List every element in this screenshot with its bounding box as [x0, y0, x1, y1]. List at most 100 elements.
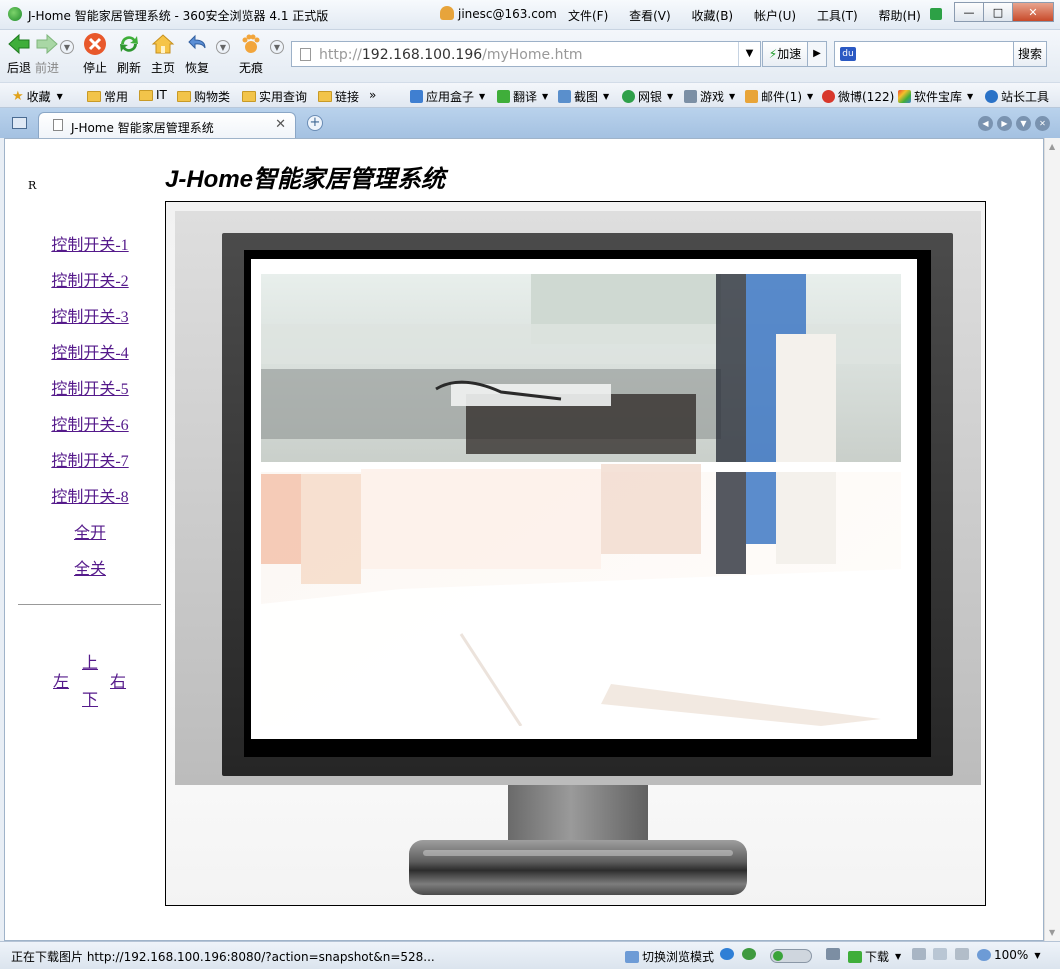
search-engine-icon[interactable]: du — [840, 47, 856, 61]
restore-dropdown-icon[interactable]: ▼ — [216, 40, 230, 54]
history-dropdown-icon[interactable]: ▼ — [60, 40, 74, 54]
refresh-button[interactable]: 刷新 — [116, 32, 142, 76]
software-store-button[interactable]: 软件宝库 ▼ — [898, 88, 973, 105]
control-switch-4-link[interactable]: 控制开关-4 — [19, 339, 161, 375]
favorite-folder-4[interactable]: 实用查询 — [242, 88, 307, 105]
tab-scroll-left-icon[interactable]: ◀ — [978, 116, 993, 131]
control-switch-2-link[interactable]: 控制开关-2 — [19, 267, 161, 303]
vertical-scrollbar[interactable]: ▲ ▼ — [1044, 138, 1060, 941]
camera-down-link[interactable]: 下 — [82, 686, 98, 710]
restore-button[interactable]: 恢复 — [184, 32, 210, 76]
netbank-button[interactable]: 网银 ▼ — [622, 88, 673, 105]
tab-scroll-right-icon[interactable]: ▶ — [997, 116, 1012, 131]
screenshot-button[interactable]: 截图 ▼ — [558, 88, 609, 105]
address-dropdown-icon[interactable]: ▼ — [738, 42, 760, 66]
sidebar-toggle-icon[interactable] — [12, 117, 27, 129]
all-off-link[interactable]: 全关 — [19, 555, 161, 591]
favorite-folder-3[interactable]: 购物类 — [177, 88, 230, 105]
network-icon[interactable] — [826, 948, 843, 960]
mode-toggle[interactable] — [770, 949, 812, 963]
camera-up-link[interactable]: 上 — [82, 649, 98, 673]
forward-button[interactable]: 前进 — [34, 32, 60, 76]
status-bar: 正在下载图片 http://192.168.100.196:8080/?acti… — [0, 941, 1060, 969]
back-arrow-icon — [6, 32, 32, 56]
mail-button[interactable]: 邮件(1) ▼ — [745, 88, 813, 105]
address-url[interactable]: http://192.168.100.196/myHome.htm — [319, 47, 583, 63]
monitor-bezel — [222, 233, 953, 776]
user-icon — [440, 6, 454, 20]
restore-label: 恢复 — [184, 61, 209, 75]
forward-arrow-icon — [34, 32, 60, 56]
all-on-link[interactable]: 全开 — [19, 519, 161, 555]
close-tab-icon[interactable]: ✕ — [275, 117, 286, 132]
control-switch-6-link[interactable]: 控制开关-6 — [19, 411, 161, 447]
clipboard-icon[interactable] — [912, 948, 929, 960]
ie-mode-icon[interactable] — [720, 948, 737, 960]
maximize-button[interactable]: □ — [983, 2, 1013, 22]
new-tab-icon[interactable]: + — [307, 115, 323, 131]
translate-button[interactable]: 翻译 ▼ — [497, 88, 548, 105]
camera-left-link[interactable]: 左 — [53, 668, 69, 692]
favorite-folder-5[interactable]: 链接 — [318, 88, 359, 105]
control-switch-7-link[interactable]: 控制开关-7 — [19, 447, 161, 483]
gamepad-icon — [684, 90, 697, 103]
menu-favorites[interactable]: 收藏(B) — [692, 9, 734, 23]
account-user[interactable]: jinesc@163.com — [440, 6, 557, 21]
favorites-menu[interactable]: ★ 收藏 ▼ — [12, 88, 63, 105]
speed-button[interactable]: ⚡加速 — [762, 41, 808, 67]
lightning-icon: ⚡ — [768, 47, 778, 61]
favorite-folder-2[interactable]: IT — [139, 88, 167, 102]
translate-icon — [497, 90, 510, 103]
refresh-icon — [116, 32, 142, 56]
scroll-up-icon[interactable]: ▲ — [1049, 142, 1055, 151]
go-button[interactable]: ▶ — [807, 41, 827, 67]
download-button[interactable]: 下载 ▼ — [848, 948, 901, 965]
search-button[interactable]: 搜索 — [1013, 41, 1047, 67]
speaker-icon[interactable] — [955, 948, 972, 960]
minimize-button[interactable]: — — [954, 2, 984, 22]
window-icon[interactable] — [933, 948, 950, 960]
page-icon — [300, 48, 311, 61]
games-button[interactable]: 游戏 ▼ — [684, 88, 735, 105]
back-button[interactable]: 后退 — [6, 32, 32, 76]
monitor-screen — [251, 259, 917, 739]
favorites-overflow[interactable]: » — [369, 88, 376, 102]
webmaster-tools-button[interactable]: 站长工具 — [985, 88, 1049, 105]
scroll-down-icon[interactable]: ▼ — [1049, 928, 1055, 937]
stop-button[interactable]: 停止 — [82, 32, 108, 76]
menu-account[interactable]: 帐户(U) — [754, 9, 796, 23]
weibo-button[interactable]: 微博(122) — [822, 88, 894, 105]
search-input[interactable]: du — [834, 41, 1014, 67]
refresh-label: 刷新 — [116, 61, 141, 75]
camera-right-link[interactable]: 右 — [110, 668, 126, 692]
title-bar: J-Home 智能家居管理系统 - 360安全浏览器 4.1 正式版 jines… — [0, 0, 1060, 30]
control-switch-5-link[interactable]: 控制开关-5 — [19, 375, 161, 411]
store-icon — [898, 90, 911, 103]
app-box-button[interactable]: 应用盒子 ▼ — [410, 88, 485, 105]
close-all-tabs-icon[interactable]: ✕ — [1035, 116, 1050, 131]
close-window-button[interactable]: ✕ — [1012, 2, 1054, 22]
account-email: jinesc@163.com — [458, 7, 557, 21]
menu-view[interactable]: 查看(V) — [629, 9, 671, 23]
tab-bar: J-Home 智能家居管理系统 ✕ + ◀ ▶ ▼ ✕ — [0, 108, 1060, 138]
control-switch-8-link[interactable]: 控制开关-8 — [19, 483, 161, 519]
control-switch-1-link[interactable]: 控制开关-1 — [19, 231, 161, 267]
security-icon[interactable] — [742, 948, 759, 960]
address-bar[interactable]: http://192.168.100.196/myHome.htm ▼ — [291, 41, 761, 67]
incognito-button[interactable]: 无痕 — [238, 32, 264, 76]
zoom-control[interactable]: 100% ▼ — [977, 948, 1040, 962]
home-button[interactable]: 主页 — [150, 32, 176, 76]
status-message: 正在下载图片 http://192.168.100.196:8080/?acti… — [11, 950, 435, 964]
incognito-dropdown-icon[interactable]: ▼ — [270, 40, 284, 54]
folder-icon — [177, 91, 191, 102]
skin-icon[interactable] — [930, 8, 942, 20]
favorite-folder-1[interactable]: 常用 — [87, 88, 128, 105]
control-switch-3-link[interactable]: 控制开关-3 — [19, 303, 161, 339]
menu-file[interactable]: 文件(F) — [568, 9, 608, 23]
tab-list-icon[interactable]: ▼ — [1016, 116, 1031, 131]
monitor-housing — [175, 211, 981, 785]
menu-help[interactable]: 帮助(H) — [878, 9, 920, 23]
menu-tools[interactable]: 工具(T) — [817, 9, 858, 23]
switch-mode-button[interactable]: 切换浏览模式 — [625, 948, 714, 965]
tab-jhome[interactable]: J-Home 智能家居管理系统 ✕ — [38, 112, 296, 138]
